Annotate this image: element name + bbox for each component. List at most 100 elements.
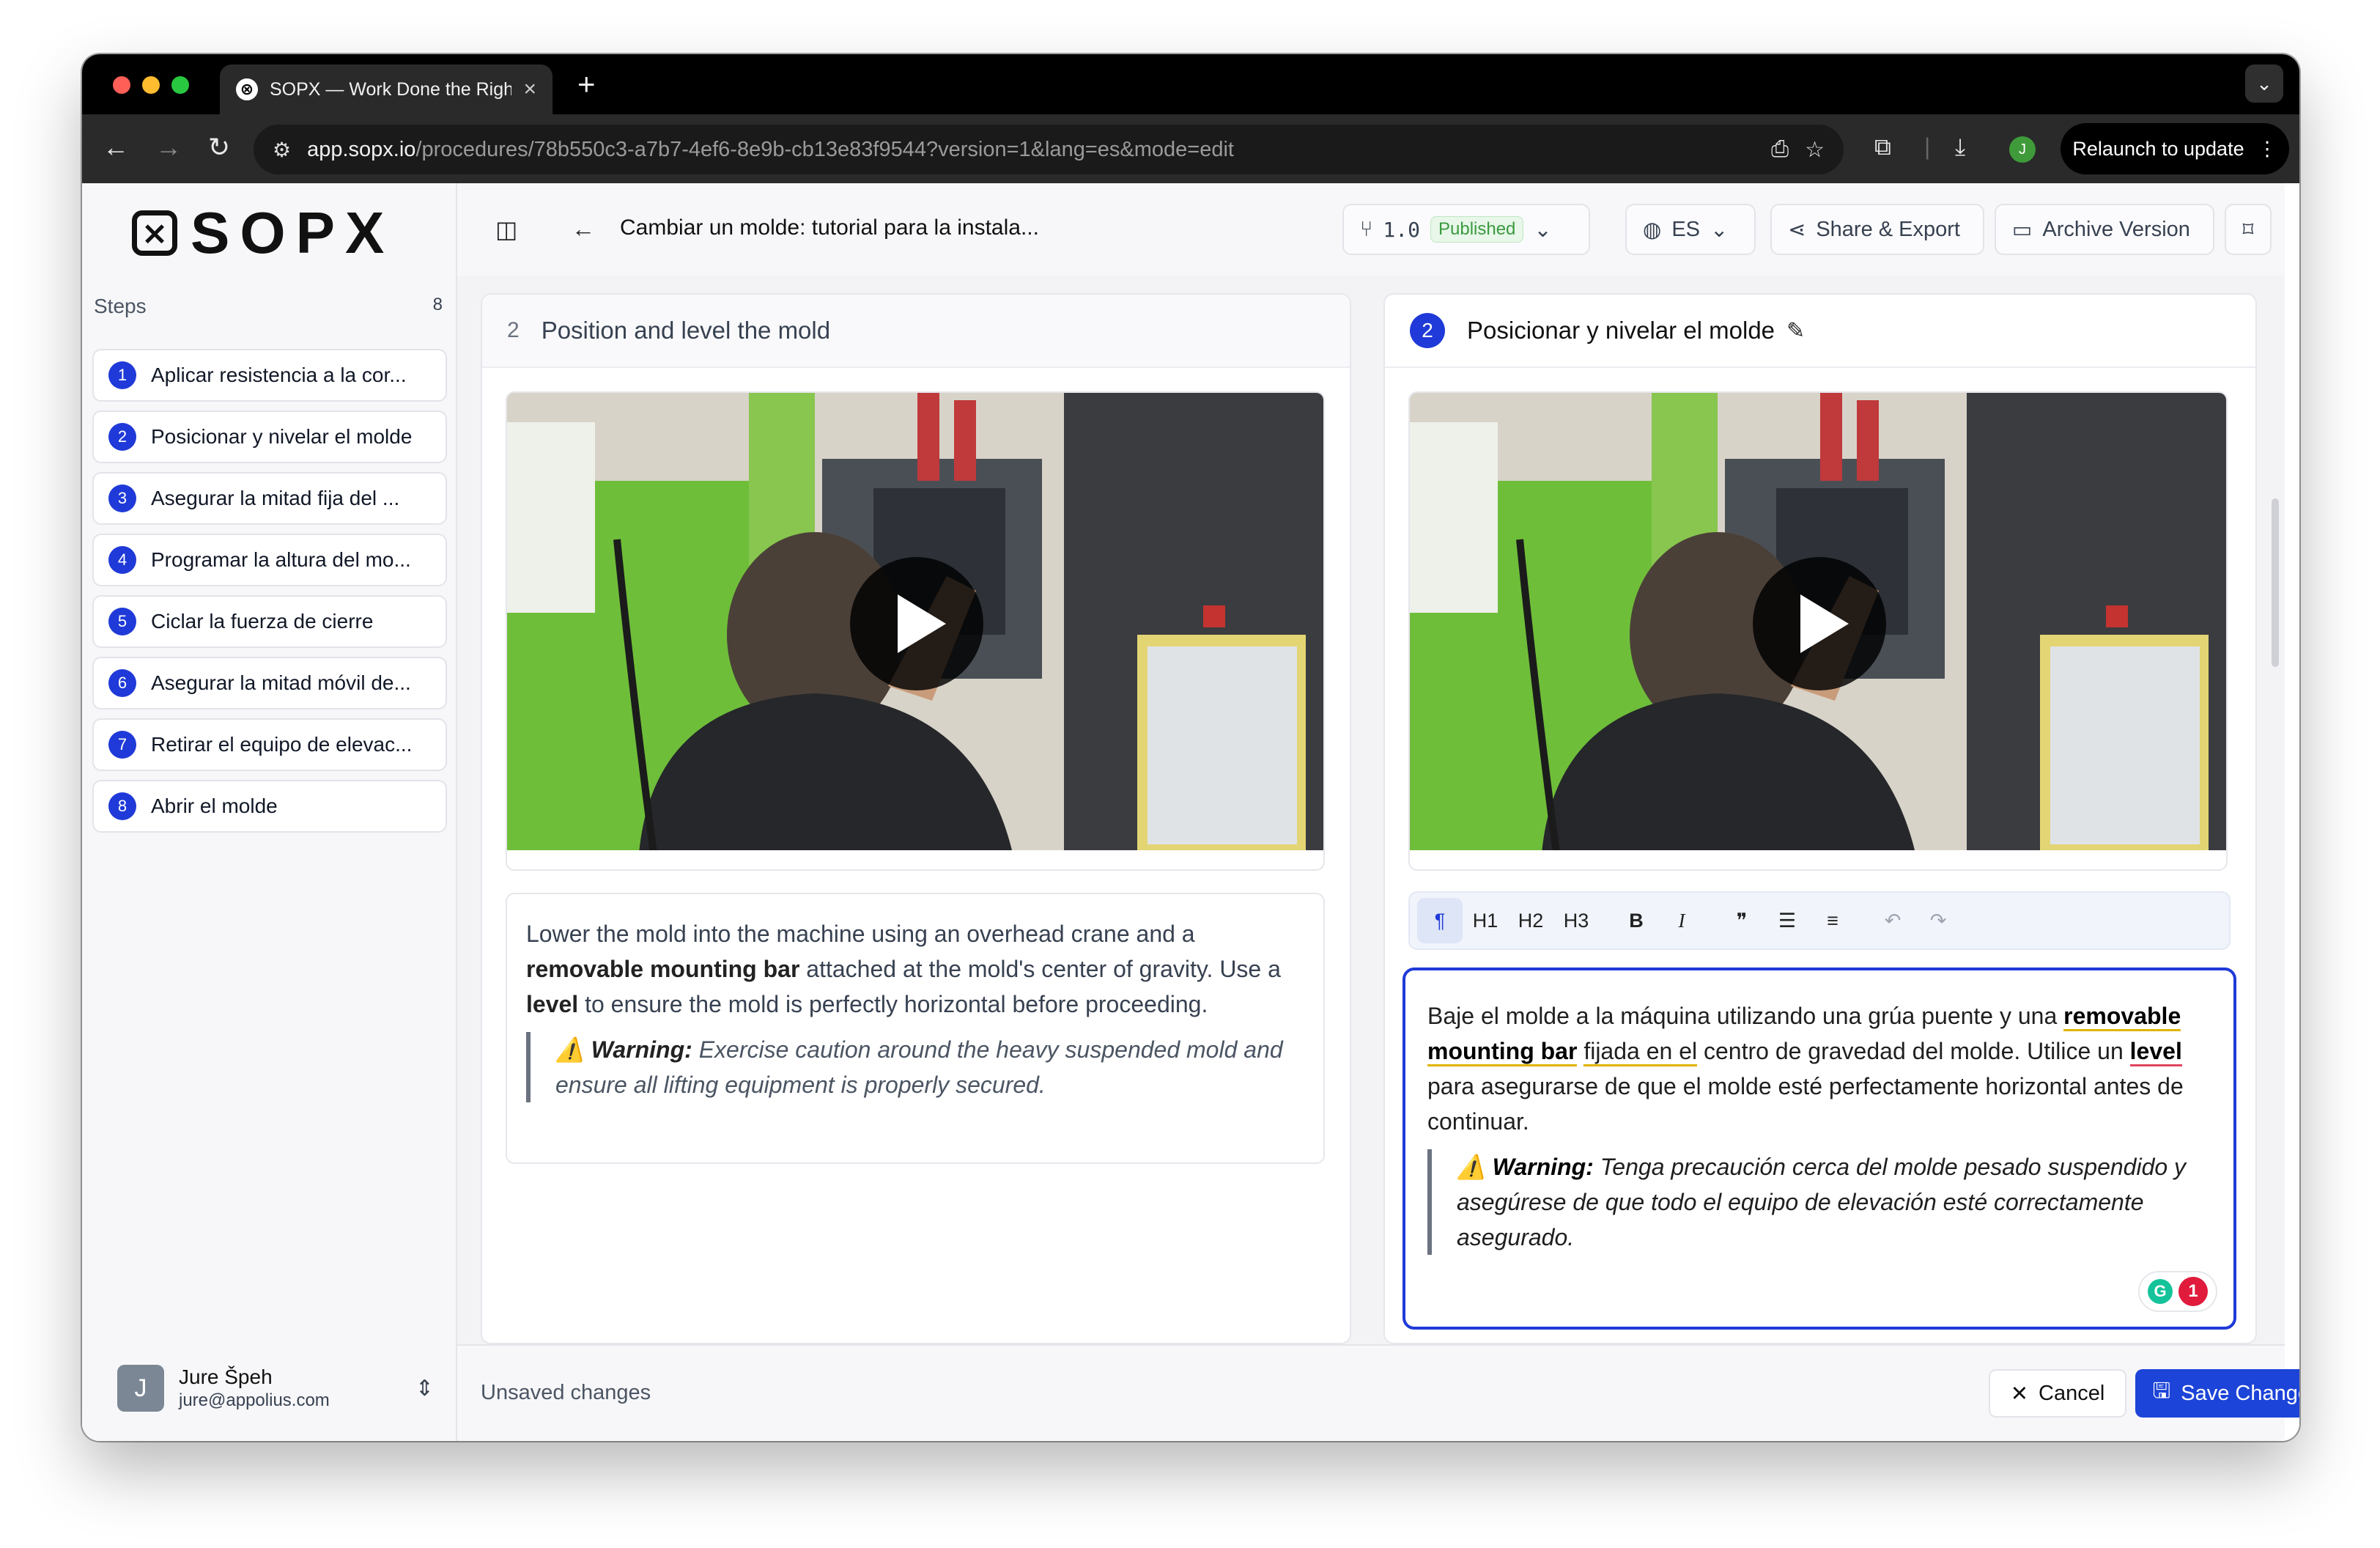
edit-pencil-icon[interactable]: ✎ <box>1786 318 1805 344</box>
heading-2-button[interactable]: H2 <box>1508 898 1553 943</box>
share-export-button[interactable]: ⋖ Share & Export <box>1770 204 1984 255</box>
cancel-button[interactable]: ✕ Cancel <box>1989 1369 2126 1418</box>
page-scrollbar[interactable] <box>2272 498 2279 667</box>
translation-editor[interactable]: Baje el molde a la máquina utilizando un… <box>1402 968 2236 1330</box>
step-number-badge: 2 <box>108 423 136 451</box>
paragraph-button[interactable]: ¶ <box>1417 898 1463 943</box>
step-item-7[interactable]: 7 Retirar el equipo de elevac... <box>92 718 447 771</box>
browser-tab-active[interactable]: ⊗ SOPX — Work Done the Right Way × <box>220 64 552 114</box>
step-label: Asegurar la mitad fija del ... <box>151 487 400 509</box>
version-selector[interactable]: ⑂ 1.0 Published ⌄ <box>1342 204 1590 255</box>
branch-icon: ⑂ <box>1360 217 1373 241</box>
user-info: Jure Špeh jure@appolius.com <box>179 1365 401 1411</box>
step-label: Posicionar y nivelar el molde <box>151 425 413 448</box>
target-video[interactable] <box>1408 391 2228 852</box>
save-changes-button[interactable]: 🖫 Save Changes <box>2135 1369 2299 1418</box>
bullet-list-button[interactable]: ☰ <box>1764 898 1810 943</box>
sopx-logo-icon: ⨯ <box>132 210 177 256</box>
step-item-2[interactable]: 2 Posicionar y nivelar el molde <box>92 410 447 463</box>
sopx-logo[interactable]: ⨯ SOPX <box>132 204 394 262</box>
tab-title: SOPX — Work Done the Right Way <box>270 78 512 100</box>
source-step-title: Position and level the mold <box>541 317 831 344</box>
language-selector[interactable]: ◍ ES ⌄ <box>1625 204 1756 255</box>
grammar-issue-count: 1 <box>2178 1277 2208 1306</box>
user-name: Jure Špeh <box>179 1365 273 1388</box>
archive-icon: ▭ <box>2012 218 2033 242</box>
reload-icon[interactable]: ↻ <box>208 129 230 166</box>
target-step-header: 2 Posicionar y nivelar el molde ✎ <box>1385 295 2255 368</box>
unsaved-status: Unsaved changes <box>481 1381 651 1404</box>
archive-version-button[interactable]: ▭ Archive Version <box>1995 204 2214 255</box>
heading-1-button[interactable]: H1 <box>1463 898 1508 943</box>
source-description: Lower the mold into the machine using an… <box>506 893 1325 1164</box>
tab-close-icon[interactable]: × <box>523 77 536 102</box>
grammarly-icon: G <box>2148 1279 2173 1304</box>
back-arrow-icon[interactable]: ← <box>103 129 129 166</box>
step-item-1[interactable]: 1 Aplicar resistencia a la cor... <box>92 349 447 402</box>
site-settings-icon[interactable]: ⚙ <box>273 138 291 162</box>
back-arrow-icon[interactable]: ← <box>572 215 595 243</box>
tab-search-button[interactable]: ⌄ <box>2245 64 2283 103</box>
install-app-icon[interactable]: ⎙ <box>1771 137 1789 162</box>
heading-3-button[interactable]: H3 <box>1553 898 1599 943</box>
page-title: Cambiar un molde: tutorial para la insta… <box>620 215 1039 240</box>
archive-version-label: Archive Version <box>2042 217 2190 241</box>
source-warning-quote: ⚠️ Warning: Exercise caution around the … <box>526 1032 1304 1102</box>
more-vertical-icon: ⋮ <box>2257 137 2277 160</box>
play-button[interactable] <box>850 557 983 690</box>
grammar-checker-badge[interactable]: G 1 <box>2138 1271 2217 1312</box>
editor-toolbar: ¶ H1 H2 H3 B I ❞ ☰ ≡ ↶ ↷ <box>1408 891 2231 950</box>
logo-text: SOPX <box>191 200 395 265</box>
bookmark-star-icon[interactable]: ☆ <box>1805 137 1825 163</box>
main-content: ◫ ← Cambiar un molde: tutorial para la i… <box>457 183 2299 1441</box>
source-video[interactable] <box>506 391 1325 852</box>
extensions-icon[interactable]: ⧉ <box>1874 133 1891 161</box>
step-item-5[interactable]: 5 Ciclar la fuerza de cierre <box>92 595 447 648</box>
step-item-4[interactable]: 4 Programar la altura del mo... <box>92 534 447 586</box>
user-email: jure@appolius.com <box>179 1390 330 1410</box>
source-paragraph: Lower the mold into the machine using an… <box>526 921 1281 1017</box>
ordered-list-button[interactable]: ≡ <box>1810 898 1855 943</box>
undo-button[interactable]: ↶ <box>1870 898 1915 943</box>
video-controls-bar <box>506 850 1325 871</box>
play-icon <box>898 594 946 653</box>
url-text: app.sopx.io/procedures/78b550c3-a7b7-4ef… <box>307 137 1234 161</box>
source-step-number: 2 <box>507 318 520 342</box>
address-bar[interactable]: ⚙ app.sopx.io/procedures/78b550c3-a7b7-4… <box>254 125 1844 174</box>
steps-list: 1 Aplicar resistencia a la cor... 2 Posi… <box>92 349 447 841</box>
step-number-badge: 4 <box>108 546 136 574</box>
new-tab-button[interactable]: + <box>577 69 596 100</box>
user-avatar: J <box>117 1365 164 1412</box>
sidebar-toggle-icon[interactable]: ◫ <box>495 215 517 243</box>
bookmark-button[interactable]: ⌑ <box>2225 204 2272 255</box>
step-label: Asegurar la mitad móvil de... <box>151 671 411 694</box>
save-disk-icon: 🖫 <box>2152 1379 2171 1403</box>
target-step-panel: 2 Posicionar y nivelar el molde ✎ ¶ H1 H… <box>1383 293 2257 1344</box>
blockquote-button[interactable]: ❞ <box>1719 898 1764 943</box>
step-label: Programar la altura del mo... <box>151 548 411 571</box>
minimize-window-button[interactable] <box>142 76 160 94</box>
bold-button[interactable]: B <box>1614 898 1659 943</box>
step-item-6[interactable]: 6 Asegurar la mitad móvil de... <box>92 657 447 710</box>
tab-bar: ⊗ SOPX — Work Done the Right Way × + ⌄ <box>82 54 2299 114</box>
share-export-label: Share & Export <box>1816 217 1960 241</box>
step-label: Aplicar resistencia a la cor... <box>151 364 407 386</box>
warning-icon: ⚠️ <box>1457 1154 1486 1180</box>
profile-avatar[interactable]: J <box>2009 136 2036 163</box>
redo-button[interactable]: ↷ <box>1915 898 1961 943</box>
maximize-window-button[interactable] <box>171 76 189 94</box>
forward-arrow-icon[interactable]: → <box>155 129 182 166</box>
sidebar: ⨯ SOPX Steps 8 1 Aplicar resistencia a l… <box>82 183 457 1441</box>
play-button[interactable] <box>1753 557 1886 690</box>
step-label: Ciclar la fuerza de cierre <box>151 610 374 633</box>
step-number-badge: 5 <box>108 608 136 635</box>
published-badge: Published <box>1430 216 1524 243</box>
download-icon[interactable]: ⤓ <box>1955 133 1965 161</box>
italic-button[interactable]: I <box>1659 898 1704 943</box>
user-menu[interactable]: J Jure Špeh jure@appolius.com ⇕ <box>117 1363 434 1413</box>
close-window-button[interactable] <box>113 76 130 94</box>
relaunch-button[interactable]: Relaunch to update ⋮ <box>2061 123 2289 174</box>
chevron-up-down-icon: ⇕ <box>415 1376 434 1401</box>
step-item-3[interactable]: 3 Asegurar la mitad fija del ... <box>92 472 447 525</box>
step-item-8[interactable]: 8 Abrir el molde <box>92 780 447 833</box>
